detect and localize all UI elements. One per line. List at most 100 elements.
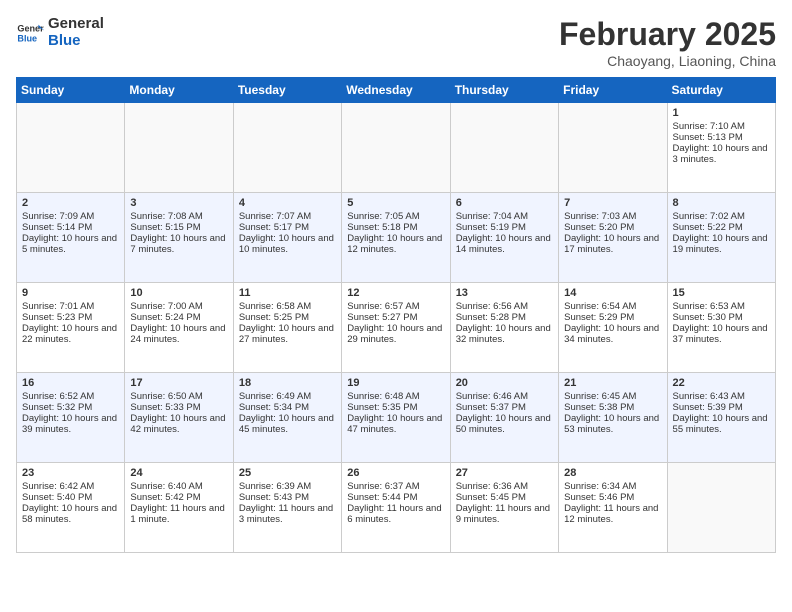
day-info: Sunset: 5:22 PM — [673, 222, 770, 233]
day-info: Sunrise: 6:40 AM — [130, 481, 227, 492]
day-number: 25 — [239, 467, 336, 479]
calendar-cell — [450, 103, 558, 193]
day-info: Sunset: 5:27 PM — [347, 312, 444, 323]
day-number: 18 — [239, 377, 336, 389]
day-info: Daylight: 10 hours and 34 minutes. — [564, 323, 661, 345]
day-info: Sunset: 5:37 PM — [456, 402, 553, 413]
day-number: 27 — [456, 467, 553, 479]
calendar-cell: 20Sunrise: 6:46 AMSunset: 5:37 PMDayligh… — [450, 373, 558, 463]
day-info: Sunrise: 7:00 AM — [130, 301, 227, 312]
day-info: Daylight: 10 hours and 53 minutes. — [564, 413, 661, 435]
calendar-header-row: SundayMondayTuesdayWednesdayThursdayFrid… — [17, 78, 776, 103]
calendar-cell: 19 Sunrise: 6:48 AMSunset: 5:35 PMDayligh… — [342, 373, 450, 463]
day-info: Sunset: 5:23 PM — [22, 312, 119, 323]
day-info: Sunrise: 7:05 AM — [347, 211, 444, 222]
calendar-cell: 5Sunrise: 7:05 AMSunset: 5:18 PMDaylight… — [342, 193, 450, 283]
day-info: Daylight: 10 hours and 29 minutes. — [347, 323, 444, 345]
weekday-header: Saturday — [667, 78, 775, 103]
weekday-header: Wednesday — [342, 78, 450, 103]
day-info: Sunset: 5:20 PM — [564, 222, 661, 233]
day-number: 6 — [456, 197, 553, 209]
calendar-cell: 1 Sunrise: 7:10 AMSunset: 5:13 PMDaylight… — [667, 103, 775, 193]
day-number: 28 — [564, 467, 661, 479]
day-info: Daylight: 10 hours and 45 minutes. — [239, 413, 336, 435]
svg-text:Blue: Blue — [17, 33, 37, 43]
day-number: 15 — [673, 287, 770, 299]
day-info: Sunset: 5:15 PM — [130, 222, 227, 233]
day-info: Daylight: 10 hours and 58 minutes. — [22, 503, 119, 525]
day-number: 9 — [22, 287, 119, 299]
day-number: 26 — [347, 467, 444, 479]
day-number: 7 — [564, 197, 661, 209]
day-info: Sunrise: 6:43 AM — [673, 391, 770, 402]
calendar-cell: 7Sunrise: 7:03 AMSunset: 5:20 PMDaylight… — [559, 193, 667, 283]
day-info: Daylight: 11 hours and 3 minutes. — [239, 503, 336, 525]
day-info: Daylight: 10 hours and 32 minutes. — [456, 323, 553, 345]
day-info: Sunset: 5:28 PM — [456, 312, 553, 323]
day-info: Daylight: 11 hours and 9 minutes. — [456, 503, 553, 525]
day-info: Sunrise: 6:42 AM — [22, 481, 119, 492]
calendar-cell — [125, 103, 233, 193]
calendar-cell: 22Sunrise: 6:43 AMSunset: 5:39 PMDayligh… — [667, 373, 775, 463]
day-info: Sunrise: 6:53 AM — [673, 301, 770, 312]
day-info: Sunrise: 7:10 AM — [673, 121, 770, 132]
day-number: 16 — [22, 377, 119, 389]
day-info: Daylight: 11 hours and 12 minutes. — [564, 503, 661, 525]
calendar-cell: 6Sunrise: 7:04 AMSunset: 5:19 PMDaylight… — [450, 193, 558, 283]
calendar-cell: 14Sunrise: 6:54 AMSunset: 5:29 PMDayligh… — [559, 283, 667, 373]
day-info: Sunset: 5:46 PM — [564, 492, 661, 503]
day-info: Daylight: 10 hours and 3 minutes. — [673, 143, 770, 165]
calendar-cell: 27Sunrise: 6:36 AMSunset: 5:45 PMDayligh… — [450, 463, 558, 553]
day-info: Sunrise: 6:50 AM — [130, 391, 227, 402]
day-info: Sunrise: 6:49 AM — [239, 391, 336, 402]
calendar-cell: 26Sunrise: 6:37 AMSunset: 5:44 PMDayligh… — [342, 463, 450, 553]
day-number: 21 — [564, 377, 661, 389]
calendar-cell: 4Sunrise: 7:07 AMSunset: 5:17 PMDaylight… — [233, 193, 341, 283]
day-info: Daylight: 10 hours and 19 minutes. — [673, 233, 770, 255]
day-info: Sunset: 5:35 PM — [347, 402, 444, 413]
calendar-week-row: 23Sunrise: 6:42 AMSunset: 5:40 PMDayligh… — [17, 463, 776, 553]
logo-text-line1: General — [48, 16, 104, 33]
day-number: 19 — [347, 377, 444, 389]
day-info: Daylight: 10 hours and 55 minutes. — [673, 413, 770, 435]
day-info: Sunrise: 6:48 AM — [347, 391, 444, 402]
page-header: General Blue General Blue February 2025 … — [16, 16, 776, 69]
day-info: Sunset: 5:17 PM — [239, 222, 336, 233]
day-info: Sunrise: 6:56 AM — [456, 301, 553, 312]
logo-icon: General Blue — [16, 19, 44, 47]
weekday-header: Tuesday — [233, 78, 341, 103]
month-title: February 2025 — [559, 16, 776, 53]
logo-text-line2: Blue — [48, 33, 104, 50]
day-info: Sunset: 5:24 PM — [130, 312, 227, 323]
day-info: Sunrise: 7:01 AM — [22, 301, 119, 312]
weekday-header: Thursday — [450, 78, 558, 103]
day-info: Sunset: 5:44 PM — [347, 492, 444, 503]
calendar-cell: 3Sunrise: 7:08 AMSunset: 5:15 PMDaylight… — [125, 193, 233, 283]
day-info: Sunrise: 7:04 AM — [456, 211, 553, 222]
day-info: Sunset: 5:18 PM — [347, 222, 444, 233]
day-info: Daylight: 10 hours and 47 minutes. — [347, 413, 444, 435]
day-info: Sunset: 5:25 PM — [239, 312, 336, 323]
calendar-cell: 10Sunrise: 7:00 AMSunset: 5:24 PMDayligh… — [125, 283, 233, 373]
day-info: Sunrise: 7:02 AM — [673, 211, 770, 222]
day-info: Daylight: 10 hours and 50 minutes. — [456, 413, 553, 435]
calendar-week-row: 9 Sunrise: 7:01 AMSunset: 5:23 PM Daylight… — [17, 283, 776, 373]
day-number: 24 — [130, 467, 227, 479]
day-info: Sunrise: 6:54 AM — [564, 301, 661, 312]
day-info: Sunrise: 6:58 AM — [239, 301, 336, 312]
day-number: 10 — [130, 287, 227, 299]
day-info: Daylight: 10 hours and 10 minutes. — [239, 233, 336, 255]
weekday-header: Monday — [125, 78, 233, 103]
day-number: 1 — [673, 107, 770, 119]
day-info: Daylight: 11 hours and 1 minute. — [130, 503, 227, 525]
day-info: Daylight: 10 hours and 7 minutes. — [130, 233, 227, 255]
day-info: Sunset: 5:13 PM — [673, 132, 770, 143]
day-info: Sunset: 5:29 PM — [564, 312, 661, 323]
day-info: Sunset: 5:43 PM — [239, 492, 336, 503]
calendar-cell: 2Sunrise: 7:09 AMSunset: 5:14 PMDaylight… — [17, 193, 125, 283]
day-number: 2 — [22, 197, 119, 209]
calendar-table: SundayMondayTuesdayWednesdayThursdayFrid… — [16, 77, 776, 553]
day-number: 12 — [347, 287, 444, 299]
calendar-cell: 15Sunrise: 6:53 AMSunset: 5:30 PMDayligh… — [667, 283, 775, 373]
calendar-cell — [559, 103, 667, 193]
